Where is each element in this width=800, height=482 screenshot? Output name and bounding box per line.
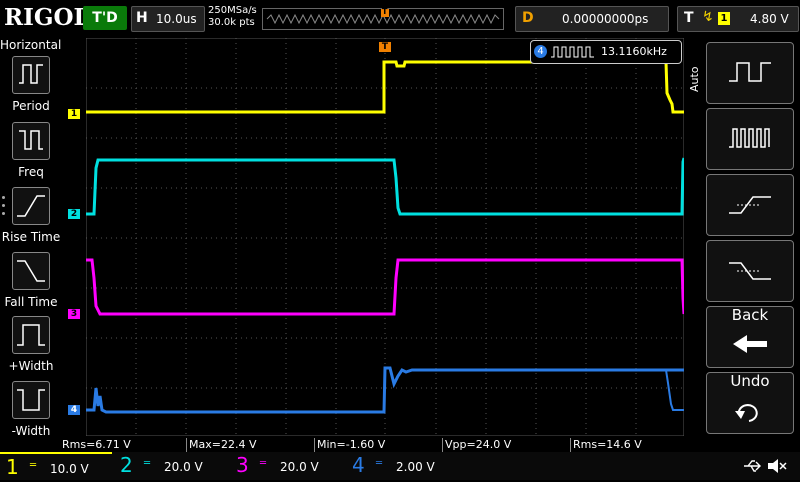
acquire-mode-label: Auto [688, 66, 701, 92]
channel-bar: 1 ═ 10.0 V 2 ═ 20.0 V 3 ═ 20.0 V 4 ═ 2.0… [0, 452, 800, 480]
channel-1-status[interactable]: 1 ═ 10.0 V [0, 452, 112, 482]
undo-label: Undo [730, 372, 770, 390]
falling-edge-icon [729, 262, 771, 280]
freq-label: Freq [18, 165, 44, 179]
negative-width-button[interactable] [12, 381, 50, 419]
rise-time-label: Rise Time [1, 230, 61, 244]
channel-1-scale: 10.0 V [50, 462, 89, 476]
measurement-4[interactable]: Vpp=24.0 V [442, 438, 569, 453]
measurement-1[interactable]: Rms=6.71 V [60, 438, 186, 453]
run-state-badge[interactable]: T'D [83, 6, 127, 30]
measurement-bar: Rms=6.71 V Max=22.4 V Min=-1.60 V Vpp=24… [60, 438, 700, 453]
undo-icon [735, 404, 758, 422]
dc-coupling-icon: ═ [260, 458, 267, 469]
trigger-position-marker: T [382, 7, 388, 16]
sample-rate: 250MSa/s [208, 5, 257, 16]
trigger-key-label: T [684, 10, 694, 26]
rigol-logo: RIGOL [4, 4, 90, 31]
trigger-marker[interactable]: T [379, 42, 391, 52]
timebase-value: 10.0us [156, 12, 197, 26]
pulse-train-icon [551, 46, 594, 58]
positive-width-button[interactable] [12, 316, 50, 354]
channel-4-number: 4 [352, 453, 365, 477]
frequency-value: 13.1160kHz [601, 45, 667, 58]
softkey-square-wave[interactable] [706, 42, 794, 104]
channel-2-number: 2 [120, 453, 133, 477]
horizontal-panel-title: Horizontal [0, 38, 62, 52]
channel-4-fall-edge [665, 369, 684, 411]
back-arrow-icon [733, 335, 767, 353]
period-label: Period [12, 99, 50, 113]
acquisition-info: 250MSa/s 30.0k pts [208, 5, 257, 29]
rising-edge-icon: ↯ [702, 9, 714, 25]
channel-3-marker[interactable]: 3 [68, 309, 80, 319]
channel-1-number: 1 [6, 455, 19, 479]
delay-key-label: D [522, 10, 534, 26]
horizontal-key-label: H [136, 10, 148, 26]
softkey-falling-edge[interactable] [706, 240, 794, 302]
back-label: Back [731, 306, 769, 324]
dc-coupling-icon: ═ [30, 460, 37, 471]
channel-2-scale: 20.0 V [164, 460, 203, 474]
softkey-pulse-train[interactable] [706, 108, 794, 170]
measurement-3[interactable]: Min=-1.60 V [314, 438, 441, 453]
channel-4-trace [86, 366, 684, 414]
square-wave-icon [729, 62, 771, 82]
frequency-readout: 4 13.1160kHz [530, 40, 682, 64]
positive-width-icon [17, 324, 45, 346]
channel-3-number: 3 [236, 453, 249, 477]
channel-3-status[interactable]: 3 ═ 20.0 V [230, 452, 342, 480]
channel-2-marker[interactable]: 2 [68, 209, 80, 219]
channel-3-scale: 20.0 V [280, 460, 319, 474]
waveform-display[interactable] [86, 38, 684, 436]
channel-2-trace [86, 157, 684, 216]
trigger-box[interactable]: T ↯ 1 4.80 V [677, 6, 799, 32]
negative-width-icon [17, 389, 45, 411]
dc-coupling-icon: ═ [376, 458, 383, 469]
positive-width-label: +Width [8, 359, 54, 373]
channel-2-status[interactable]: 2 ═ 20.0 V [114, 452, 226, 480]
channel-4-badge: 4 [534, 45, 547, 58]
speaker-mute-icon[interactable] [766, 457, 788, 475]
rising-edge-icon [729, 196, 771, 214]
delay-box[interactable]: D 0.00000000ps [515, 6, 669, 32]
channel-1-trace [86, 60, 684, 114]
memory-overview-strip: T [262, 7, 504, 30]
channel-1-marker[interactable]: 1 [68, 109, 80, 119]
period-icon [19, 64, 43, 84]
measurement-2[interactable]: Max=22.4 V [186, 438, 313, 453]
measurement-5[interactable]: Rms=14.6 V [570, 438, 697, 453]
negative-width-label: -Width [11, 424, 51, 438]
delay-value: 0.00000000ps [562, 12, 649, 26]
memory-depth: 30.0k pts [208, 17, 255, 28]
freq-button[interactable] [12, 122, 50, 160]
softkey-rising-edge[interactable] [706, 174, 794, 236]
frequency-icon [19, 130, 43, 150]
rise-time-icon [17, 195, 45, 217]
trigger-level-value: 4.80 V [750, 12, 789, 26]
fall-time-label: Fall Time [4, 295, 58, 309]
usb-icon [744, 460, 761, 472]
top-status-bar: RIGOL T'D H 10.0us 250MSa/s 30.0k pts T … [0, 0, 800, 36]
channel-4-scale: 2.00 V [396, 460, 435, 474]
trigger-source-badge: 1 [718, 12, 730, 25]
dc-coupling-icon: ═ [144, 458, 151, 469]
rise-time-button[interactable] [12, 187, 50, 225]
pulse-train-icon [729, 128, 770, 148]
fall-time-icon [17, 260, 45, 282]
timebase-box[interactable]: H 10.0us [131, 6, 205, 32]
page-indicator [2, 196, 6, 220]
period-button[interactable] [12, 56, 50, 94]
channel-4-marker[interactable]: 4 [68, 405, 80, 415]
fall-time-button[interactable] [12, 252, 50, 290]
channel-4-status[interactable]: 4 ═ 2.00 V [346, 452, 458, 480]
